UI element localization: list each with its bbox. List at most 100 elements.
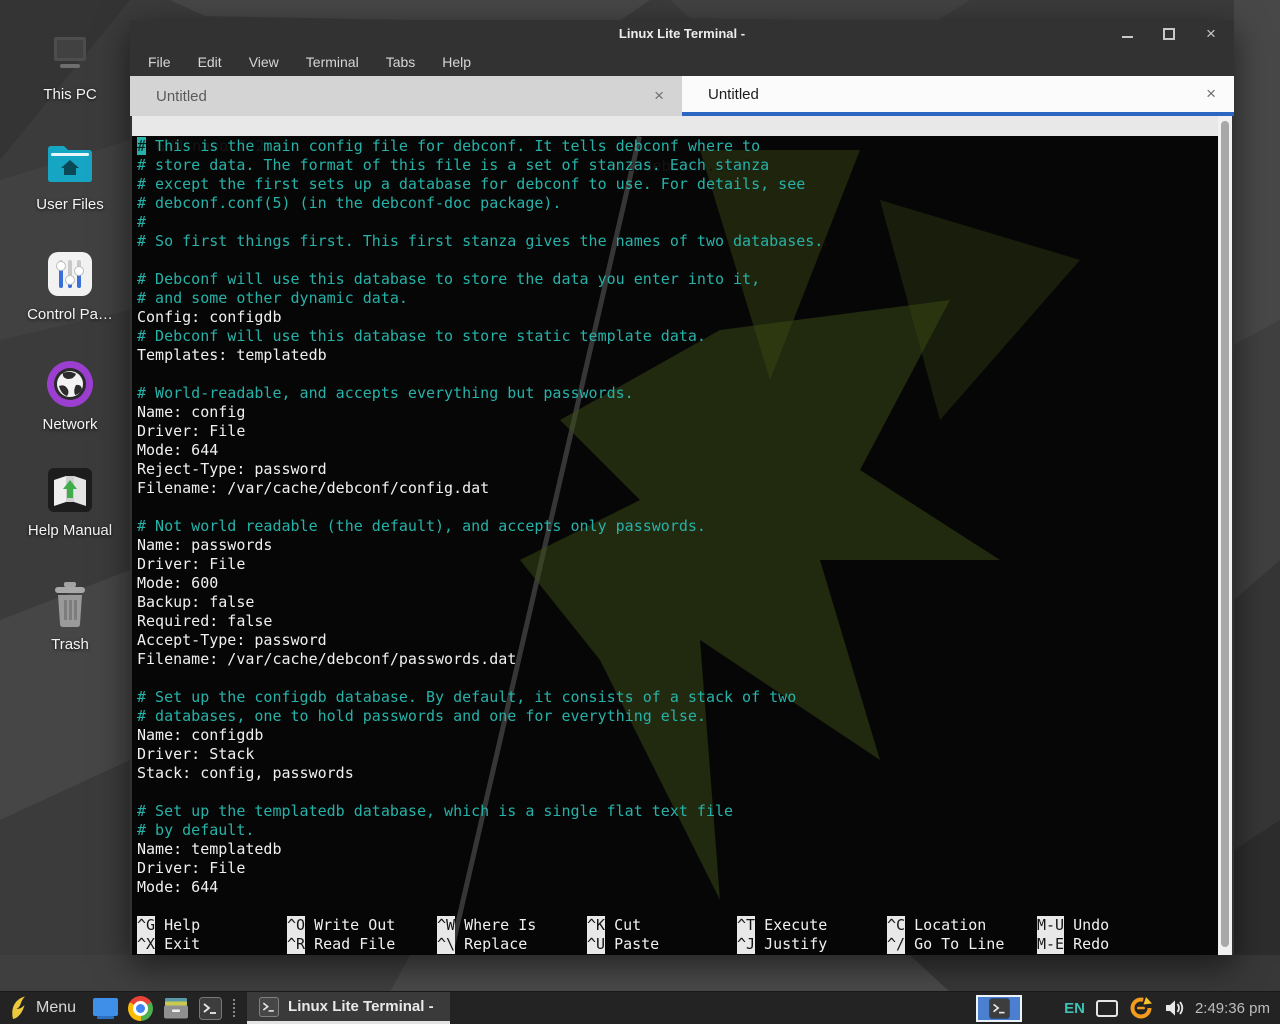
- window-outline-icon[interactable]: [1096, 1000, 1118, 1017]
- clock[interactable]: 2:49:36 pm: [1195, 1000, 1270, 1017]
- shortcut-key: M-U: [1037, 916, 1064, 935]
- terminal-icon: [989, 998, 1010, 1019]
- scrollbar-thumb[interactable]: [1221, 121, 1229, 947]
- nano-shortcut[interactable]: M-ERedo: [1037, 935, 1187, 954]
- terminal-line: Driver: Stack: [137, 745, 823, 764]
- language-indicator[interactable]: EN: [1064, 1000, 1085, 1017]
- shortcut-label: Replace: [464, 935, 527, 954]
- terminal-line: # debconf.conf(5) (in the debconf-doc pa…: [137, 194, 823, 213]
- desktop-icon-label: Trash: [8, 636, 132, 653]
- desktop-icon-trash[interactable]: Trash: [8, 576, 132, 653]
- nano-shortcut[interactable]: M-U Undo: [1037, 916, 1187, 935]
- nano-shortcut[interactable]: ^KCut: [587, 916, 737, 935]
- control-panel-icon: [8, 246, 132, 302]
- terminal-line: Driver: File: [137, 555, 823, 574]
- menu-item-view[interactable]: View: [249, 54, 279, 70]
- close-icon: ×: [1206, 27, 1216, 41]
- nano-shortcut[interactable]: ^WWhere Is: [437, 916, 587, 935]
- terminal-scrollbar[interactable]: [1218, 116, 1232, 955]
- system-tray: EN 2:49:36 pm: [1064, 996, 1280, 1020]
- help-manual-icon: [8, 462, 132, 518]
- shortcut-label: Write Out: [314, 916, 395, 935]
- nano-shortcut[interactable]: ^XExit: [137, 935, 287, 954]
- nano-shortcut[interactable]: ^TExecute: [737, 916, 887, 935]
- desktop-icon-help-manual[interactable]: Help Manual: [8, 462, 132, 539]
- window-title: Linux Lite Terminal -: [130, 20, 1234, 48]
- nano-shortcut[interactable]: ^RRead File: [287, 935, 437, 954]
- tab-label: Untitled: [708, 86, 1206, 103]
- nano-shortcut[interactable]: ^UPaste: [587, 935, 737, 954]
- terminal-line: Driver: File: [137, 422, 823, 441]
- desktop-icon-label: Help Manual: [8, 522, 132, 539]
- taskbar-separator: [233, 999, 241, 1017]
- desktop-icon-user-files[interactable]: User Files: [8, 136, 132, 213]
- start-menu-button[interactable]: Menu: [0, 992, 88, 1024]
- nano-shortcut[interactable]: ^C Location: [887, 916, 1037, 935]
- menu-item-terminal[interactable]: Terminal: [306, 54, 359, 70]
- maximize-button[interactable]: [1162, 27, 1176, 41]
- nano-shortcut[interactable]: ^JJustify: [737, 935, 887, 954]
- pc-icon: [8, 26, 132, 82]
- menu-item-edit[interactable]: Edit: [198, 54, 222, 70]
- shortcut-key: ^G: [137, 916, 155, 935]
- terminal-line: Name: templatedb: [137, 840, 823, 859]
- volume-icon[interactable]: [1164, 998, 1184, 1018]
- terminal-line: # store data. The format of this file is…: [137, 156, 823, 175]
- close-tab-icon[interactable]: ×: [654, 86, 664, 106]
- menu-item-tabs[interactable]: Tabs: [386, 54, 416, 70]
- linux-lite-logo-icon: [9, 995, 26, 1021]
- network-globe-icon: [8, 356, 132, 412]
- terminal-line: Name: configdb: [137, 726, 823, 745]
- nano-shortcut[interactable]: ^/Go To Line: [887, 935, 1037, 954]
- chrome-launcher[interactable]: [128, 996, 153, 1021]
- terminal-line: Reject-Type: password: [137, 460, 823, 479]
- terminal-line: # Set up the configdb database. By defau…: [137, 688, 823, 707]
- tab-untitled-2[interactable]: Untitled ×: [682, 76, 1234, 116]
- desktop-icon-control-panel[interactable]: Control Pa…: [8, 246, 132, 323]
- minimize-icon: [1122, 36, 1133, 38]
- desktop-icon-this-pc[interactable]: This PC: [8, 26, 132, 103]
- tab-untitled-1[interactable]: Untitled ×: [130, 76, 682, 116]
- file-manager-launcher[interactable]: [93, 998, 118, 1019]
- nano-shortcuts: ^G Help ^OWrite Out^WWhere Is^KCut^TExecut…: [137, 916, 1218, 954]
- archive-launcher[interactable]: [163, 997, 189, 1019]
- shortcut-key: M-E: [1037, 935, 1064, 954]
- close-tab-icon[interactable]: ×: [1206, 84, 1216, 104]
- nano-cursor: #: [137, 137, 146, 155]
- menu-item-help[interactable]: Help: [442, 54, 471, 70]
- shortcut-label: Location: [914, 916, 986, 935]
- shortcut-label: Undo: [1073, 916, 1109, 935]
- desktop-icon-label: Control Pa…: [8, 306, 132, 323]
- dock-terminal-button[interactable]: [976, 995, 1022, 1022]
- terminal-line: # Debconf will use this database to stor…: [137, 270, 823, 289]
- terminal-launcher[interactable]: [199, 997, 222, 1020]
- nano-shortcut[interactable]: ^\ Replace: [437, 935, 587, 954]
- terminal-line: [137, 365, 823, 384]
- shortcut-label: Help: [164, 916, 200, 935]
- shortcut-key: ^T: [737, 916, 755, 935]
- chrome-icon: [128, 996, 153, 1021]
- terminal-line: Required: false: [137, 612, 823, 631]
- nano-shortcut[interactable]: ^G Help: [137, 916, 287, 935]
- update-notifier-icon[interactable]: [1129, 996, 1153, 1020]
- shortcut-label: Read File: [314, 935, 395, 954]
- taskbar-window-button[interactable]: Linux Lite Terminal -: [247, 992, 450, 1024]
- terminal-line: Templates: templatedb: [137, 346, 823, 365]
- shortcut-key: ^C: [887, 916, 905, 935]
- close-button[interactable]: ×: [1204, 27, 1218, 41]
- window-titlebar[interactable]: Linux Lite Terminal - ×: [130, 20, 1234, 48]
- terminal-line: Filename: /var/cache/debconf/passwords.d…: [137, 650, 823, 669]
- shortcut-label: Go To Line: [914, 935, 1004, 954]
- nano-shortcut[interactable]: ^OWrite Out: [287, 916, 437, 935]
- shortcut-label: Justify: [764, 935, 827, 954]
- minimize-button[interactable]: [1120, 27, 1134, 41]
- shortcut-key: ^\: [437, 935, 455, 954]
- shortcut-label: Exit: [164, 935, 200, 954]
- terminal-line: Name: config: [137, 403, 823, 422]
- terminal-line: [137, 669, 823, 688]
- desktop-icon-network[interactable]: Network: [8, 356, 132, 433]
- terminal-line: Filename: /var/cache/debconf/config.dat: [137, 479, 823, 498]
- menu-item-file[interactable]: File: [148, 54, 171, 70]
- archive-box-icon: [163, 997, 189, 1019]
- terminal-content[interactable]: GNU nano 7.2 /etc/debconf.conf # This is…: [132, 116, 1218, 955]
